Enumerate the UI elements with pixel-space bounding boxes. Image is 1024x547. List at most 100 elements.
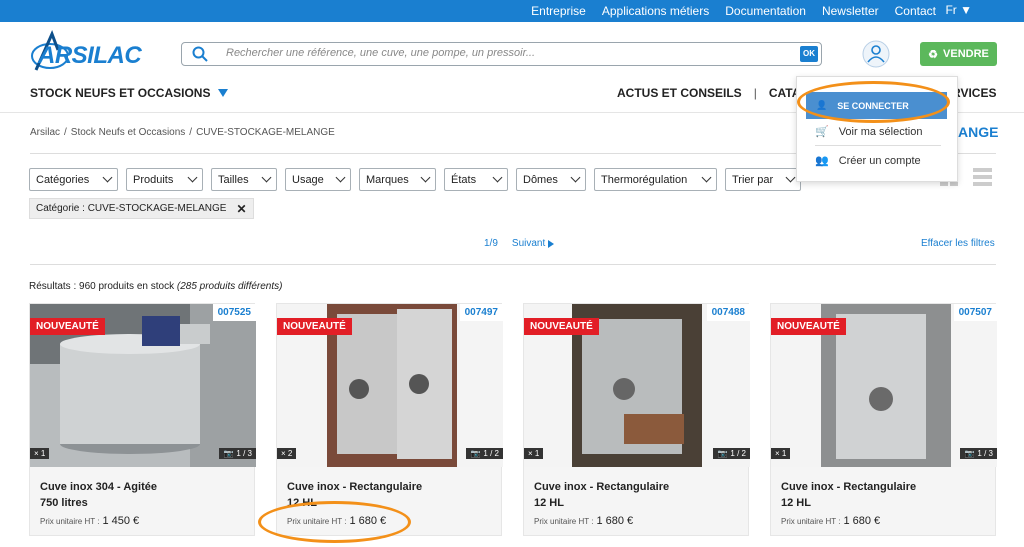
link-newsletter[interactable]: Newsletter bbox=[822, 4, 879, 18]
filter-label: Marques bbox=[366, 173, 409, 186]
arsilac-logo[interactable]: ARSILAC bbox=[28, 30, 143, 74]
filter-thermoregulation[interactable]: Thermorégulation bbox=[594, 168, 717, 191]
filter-label: Produits bbox=[133, 173, 174, 186]
camera-icon: 📷 bbox=[717, 449, 728, 458]
highlight-ring bbox=[258, 501, 411, 543]
add-user-icon: 👥 bbox=[815, 155, 829, 167]
quantity-badge: × 1 bbox=[30, 448, 50, 459]
account-button[interactable] bbox=[862, 40, 890, 68]
camera-icon: 📷 bbox=[223, 449, 234, 458]
price-label: Prix unitaire HT : bbox=[781, 517, 841, 526]
pagination: 1/9 Suivant bbox=[484, 238, 555, 249]
product-title-line2: 750 litres bbox=[40, 497, 88, 509]
clear-filters-link[interactable]: Effacer les filtres bbox=[921, 238, 995, 249]
next-page-link[interactable]: Suivant bbox=[512, 238, 555, 249]
product-ref: 007525 bbox=[212, 304, 256, 321]
filter-domes[interactable]: Dômes bbox=[516, 168, 586, 191]
link-applications[interactable]: Applications métiers bbox=[602, 4, 709, 18]
filter-etats[interactable]: États bbox=[444, 168, 508, 191]
product-image[interactable]: NOUVEAUTÉ 007488 × 1 📷 1 / 2 bbox=[524, 304, 750, 467]
link-documentation[interactable]: Documentation bbox=[725, 4, 806, 18]
link-entreprise[interactable]: Entreprise bbox=[531, 4, 586, 18]
create-account-label: Créer un compte bbox=[838, 154, 921, 167]
price-label: Prix unitaire HT : bbox=[40, 517, 100, 526]
breadcrumb-current: CUVE-STOCKAGE-MELANGE bbox=[196, 127, 335, 138]
filter-usage[interactable]: Usage bbox=[285, 168, 351, 191]
product-title: Cuve inox - Rectangulaire 12 HL bbox=[781, 479, 987, 511]
product-title: Cuve inox 304 - Agitée 750 litres bbox=[40, 479, 246, 511]
photo-count-label: 1 / 3 bbox=[977, 449, 993, 458]
chevron-down-icon bbox=[785, 172, 796, 183]
logo-text: ARSILAC bbox=[38, 42, 142, 69]
product-image[interactable]: NOUVEAUTÉ 007497 × 2 📷 1 / 2 bbox=[277, 304, 503, 467]
chevron-down-icon bbox=[701, 172, 712, 183]
nav-actus[interactable]: ACTUS ET CONSEILS bbox=[617, 86, 742, 100]
sort-dropdown[interactable]: Trier par bbox=[725, 168, 801, 191]
menu-divider bbox=[815, 145, 941, 146]
price-value: 1 680 € bbox=[843, 515, 881, 527]
product-ref: 007507 bbox=[953, 304, 997, 321]
product-title-line1: Cuve inox - Rectangulaire bbox=[287, 481, 423, 493]
sell-button-label: VENDRE bbox=[943, 48, 989, 60]
new-badge: NOUVEAUTÉ bbox=[30, 318, 105, 335]
nav-stock-label: STOCK NEUFS ET OCCASIONS bbox=[30, 86, 211, 100]
photo-count: 📷 1 / 2 bbox=[466, 448, 503, 459]
product-image[interactable]: NOUVEAUTÉ 007507 × 1 📷 1 / 3 bbox=[771, 304, 997, 467]
top-utility-bar: Entreprise Applications métiers Document… bbox=[0, 0, 1024, 22]
price-label: Prix unitaire HT : bbox=[534, 517, 594, 526]
filter-label: États bbox=[451, 173, 477, 186]
list-view-icon[interactable] bbox=[973, 168, 992, 186]
product-title-line1: Cuve inox - Rectangulaire bbox=[534, 481, 670, 493]
product-image[interactable]: NOUVEAUTÉ 007525 × 1 📷 1 / 3 bbox=[30, 304, 256, 467]
filter-label: Dômes bbox=[523, 173, 558, 186]
product-title-line2: 12 HL bbox=[534, 497, 564, 509]
create-account-link[interactable]: 👥 Créer un compte bbox=[815, 154, 921, 168]
new-badge: NOUVEAUTÉ bbox=[524, 318, 599, 335]
results-count: Résultats : 960 produits en stock (285 p… bbox=[29, 281, 282, 292]
filter-tailles[interactable]: Tailles bbox=[211, 168, 277, 191]
product-card[interactable]: NOUVEAUTÉ 007507 × 1 📷 1 / 3 Cuve inox - … bbox=[770, 303, 997, 536]
product-card[interactable]: NOUVEAUTÉ 007488 × 1 📷 1 / 2 Cuve inox - … bbox=[523, 303, 750, 536]
chevron-down-icon bbox=[102, 172, 113, 183]
price-value: 1 680 € bbox=[596, 515, 634, 527]
active-filter-tag: Catégorie : CUVE-STOCKAGE-MELANGE ✕ bbox=[29, 198, 254, 219]
language-selector[interactable]: Fr ▼ bbox=[945, 3, 972, 17]
quantity-badge: × 1 bbox=[771, 448, 791, 459]
search-ok-button[interactable]: OK bbox=[800, 46, 818, 62]
breadcrumb: Arsilac / Stock Neufs et Occasions / CUV… bbox=[30, 127, 335, 138]
photo-count: 📷 1 / 3 bbox=[960, 448, 997, 459]
close-icon[interactable]: ✕ bbox=[236, 202, 246, 216]
camera-icon: 📷 bbox=[964, 449, 975, 458]
product-title-line1: Cuve inox 304 - Agitée bbox=[40, 481, 157, 493]
product-title: Cuve inox - Rectangulaire 12 HL bbox=[534, 479, 740, 511]
nav-services[interactable]: RVICES bbox=[952, 86, 996, 100]
filter-label: Usage bbox=[292, 173, 324, 186]
link-contact[interactable]: Contact bbox=[895, 4, 936, 18]
product-card[interactable]: NOUVEAUTÉ 007525 × 1 📷 1 / 3 Cuve inox 30… bbox=[29, 303, 256, 536]
filter-label: Trier par bbox=[732, 173, 774, 186]
filter-label: Thermorégulation bbox=[601, 173, 688, 186]
filter-produits[interactable]: Produits bbox=[126, 168, 203, 191]
highlight-ring bbox=[797, 81, 950, 123]
product-price: Prix unitaire HT :1 450 € bbox=[40, 515, 139, 527]
filter-label: Catégories bbox=[36, 173, 90, 186]
product-price: Prix unitaire HT :1 680 € bbox=[534, 515, 633, 527]
play-arrow-icon bbox=[548, 239, 555, 248]
my-selection-label: Voir ma sélection bbox=[838, 125, 923, 138]
filter-marques[interactable]: Marques bbox=[359, 168, 436, 191]
photo-count-label: 1 / 3 bbox=[236, 449, 252, 458]
sell-button[interactable]: ♻ VENDRE bbox=[920, 42, 997, 66]
breadcrumb-sep: / bbox=[64, 127, 67, 138]
new-badge: NOUVEAUTÉ bbox=[277, 318, 352, 335]
active-filter-label: Catégorie : CUVE-STOCKAGE-MELANGE bbox=[36, 203, 227, 214]
breadcrumb-stock[interactable]: Stock Neufs et Occasions bbox=[71, 127, 186, 138]
chevron-down-icon bbox=[420, 172, 431, 183]
breadcrumb-home[interactable]: Arsilac bbox=[30, 127, 60, 138]
filter-categories[interactable]: Catégories bbox=[29, 168, 118, 191]
nav-stock-menu[interactable]: STOCK NEUFS ET OCCASIONS bbox=[30, 86, 229, 100]
price-value: 1 450 € bbox=[102, 515, 140, 527]
filter-label: Tailles bbox=[218, 173, 249, 186]
photo-count-label: 1 / 2 bbox=[730, 449, 746, 458]
search-input[interactable]: Rechercher une référence, une cuve, une … bbox=[226, 47, 535, 59]
my-selection-link[interactable]: 🛒 Voir ma sélection bbox=[815, 125, 923, 139]
